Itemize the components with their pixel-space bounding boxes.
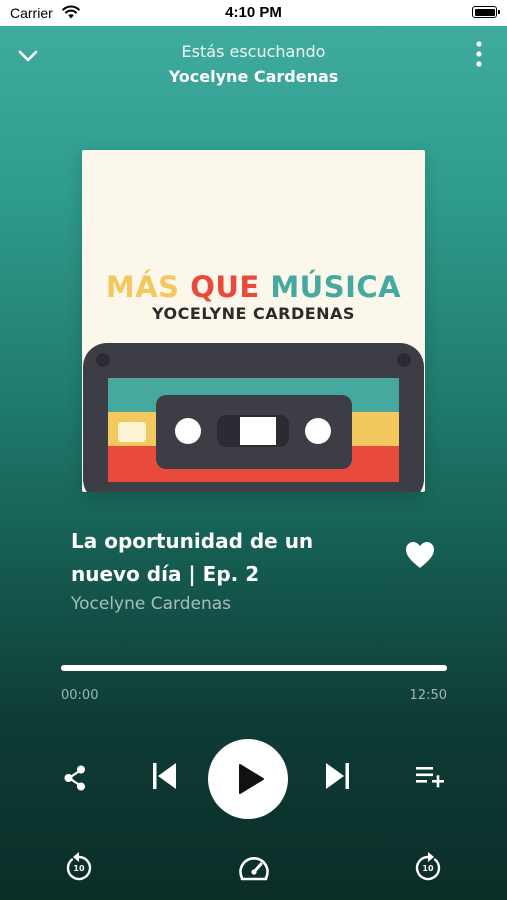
more-vertical-icon: [476, 41, 482, 67]
previous-button[interactable]: [150, 760, 180, 792]
progress-bar[interactable]: [61, 665, 447, 671]
add-to-queue-button[interactable]: [414, 764, 446, 788]
favorite-button[interactable]: [404, 540, 436, 570]
share-icon: [64, 765, 85, 791]
battery-icon: [472, 6, 500, 18]
playlist-add-icon: [416, 767, 444, 788]
share-button[interactable]: [62, 764, 88, 792]
forward-button[interactable]: 10: [412, 850, 444, 884]
playback-speed-button[interactable]: [237, 853, 271, 883]
total-duration: 12:50: [409, 688, 447, 703]
artwork-title-word: QUE: [190, 270, 260, 304]
episode-title: La oportunidad de un nuevo día | Ep. 2: [71, 529, 314, 586]
next-button[interactable]: [322, 760, 352, 792]
podcast-artwork: MÁS QUE MÚSICA YOCELYNE CARDENAS: [82, 150, 425, 492]
rewind-seconds-label: 10: [73, 864, 85, 873]
cassette-illustration: [83, 343, 424, 492]
play-button[interactable]: [208, 739, 288, 819]
player-screen: Carrier 4:10 PM Estás escuchando Yocelyn…: [0, 0, 507, 900]
rewind-button[interactable]: 10: [63, 850, 95, 884]
heart-icon: [406, 542, 434, 568]
forward-seconds-label: 10: [422, 864, 434, 873]
skip-previous-icon: [153, 763, 176, 789]
status-time: 4:10 PM: [225, 4, 282, 21]
skip-next-icon: [326, 763, 349, 789]
artwork-title-word: MÁS: [105, 270, 180, 304]
header-podcast-title: Yocelyne Cardenas: [168, 67, 339, 86]
more-options-button[interactable]: [471, 40, 487, 70]
now-listening-caption: Estás escuchando: [181, 42, 326, 61]
episode-author[interactable]: Yocelyne Cardenas: [71, 594, 231, 614]
artwork-title: MÁS QUE MÚSICA: [82, 270, 425, 304]
progress-fill: [61, 665, 447, 671]
artwork-title-word: MÚSICA: [270, 270, 402, 304]
speedometer-icon: [239, 857, 269, 881]
status-bar: Carrier 4:10 PM: [0, 0, 507, 26]
artwork-subtitle: YOCELYNE CARDENAS: [152, 304, 355, 323]
play-icon: [239, 764, 264, 794]
elapsed-time: 00:00: [61, 688, 99, 703]
